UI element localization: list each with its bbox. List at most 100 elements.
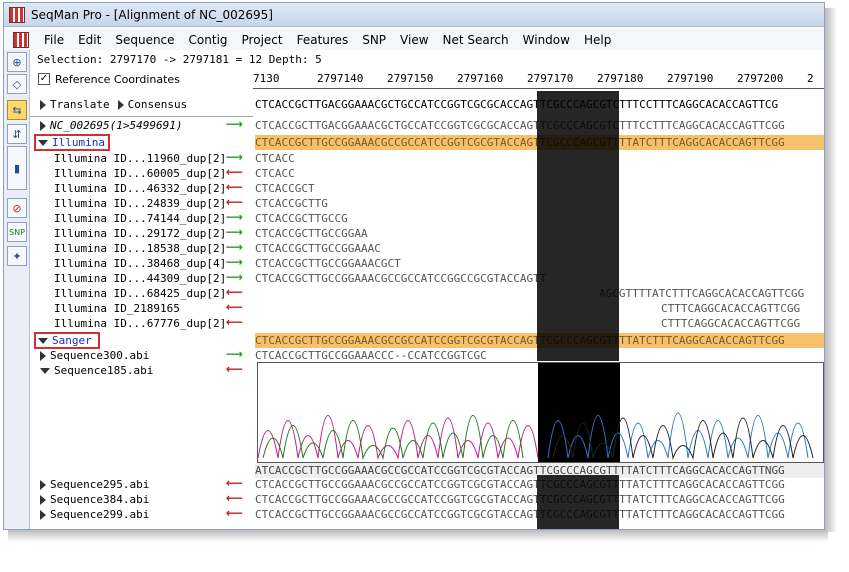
menu-snp[interactable]: SNP — [355, 33, 393, 47]
read-name: Illumina ID...74144_dup[2] — [54, 212, 227, 225]
selection-highlight — [537, 475, 619, 529]
reference-coordinates-toggle[interactable]: ✓ Reference Coordinates — [30, 70, 255, 88]
read-name: Sequence299.abi — [50, 508, 150, 521]
menu-features[interactable]: Features — [290, 33, 356, 47]
expand-translate-icon[interactable] — [40, 99, 46, 110]
menu-edit[interactable]: Edit — [71, 33, 108, 47]
reverse-arrow-icon: ⟵ — [225, 476, 243, 490]
divider — [30, 116, 253, 117]
reverse-arrow-icon: ⟵ — [225, 362, 243, 376]
read-name-row[interactable]: Illumina ID...29172_dup[2] — [54, 226, 226, 241]
illumina-group-name: Illumina — [52, 136, 105, 149]
forward-arrow-icon: ⟶ — [225, 225, 243, 239]
read-name-row[interactable]: Illumina ID...11960_dup[2] — [54, 151, 226, 166]
align-icon[interactable]: ⇆ — [7, 100, 27, 120]
menu-contig[interactable]: Contig — [182, 33, 235, 47]
menu-bar: File Edit Sequence Contig Project Featur… — [4, 29, 824, 50]
menu-window[interactable]: Window — [516, 33, 577, 47]
translate-label[interactable]: Translate — [50, 98, 110, 111]
sanger-group-name: Sanger — [52, 334, 92, 347]
read-sequence: CTCACCGCTTGCCGGAAACGCT — [255, 257, 401, 270]
read-name: Illumina ID...18538_dup[2] — [54, 242, 227, 255]
app-window: SeqMan Pro - [Alignment of NC_002695] Fi… — [3, 2, 825, 530]
reverse-arrow-icon: ⟵ — [225, 491, 243, 505]
no-entry-icon[interactable]: ⊘ — [7, 198, 27, 218]
ruler-label: 2797170 — [527, 72, 574, 85]
expand-consensus-icon[interactable] — [117, 99, 124, 110]
sanger-read-row[interactable]: Sequence300.abi — [40, 348, 149, 363]
sanger-group-row[interactable]: Sanger — [38, 333, 92, 348]
collapse-read-icon[interactable] — [40, 367, 50, 374]
read-name-row[interactable]: Illumina ID...38468_dup[4] — [54, 256, 226, 271]
read-name-row[interactable]: Illumina ID...67776_dup[2] — [54, 316, 226, 331]
ruler-label: 2797200 — [737, 72, 784, 85]
sanger-read-row[interactable]: Sequence295.abi — [40, 477, 149, 492]
document-icon[interactable] — [13, 31, 29, 48]
read-sequence: CTCACCGCT — [255, 182, 315, 195]
reference-row[interactable]: NC_002695(1>5499691) — [40, 118, 182, 133]
read-name-row[interactable]: Illumina ID_2189165 — [54, 301, 180, 316]
sanger-read-row[interactable]: Sequence384.abi — [40, 492, 149, 507]
tool-strip: ⊕ ◇ ⇆ ⇵ ▮ ⊘ SNP ✦ — [4, 50, 30, 529]
chromatogram-svg — [257, 363, 814, 462]
expand-read-icon[interactable] — [40, 479, 46, 490]
read-name-row[interactable]: Illumina ID...74144_dup[2] — [54, 211, 226, 226]
menu-view[interactable]: View — [393, 33, 435, 47]
ruler-label: 7130 — [253, 72, 280, 85]
zoom-in-icon[interactable]: ⊕ — [7, 52, 27, 72]
read-name-row[interactable]: Illumina ID...60005_dup[2] — [54, 166, 226, 181]
slider-icon[interactable]: ▮ — [7, 146, 27, 190]
read-name: Illumina ID...29172_dup[2] — [54, 227, 227, 240]
read-sequence: CTCACCGCTTGCCGGAAAC — [255, 242, 381, 255]
expand-read-icon[interactable] — [40, 350, 46, 361]
trace-c — [262, 415, 524, 460]
pairwise-icon[interactable]: ⇵ — [7, 124, 27, 144]
reverse-arrow-icon: ⟵ — [225, 180, 243, 194]
read-name: Illumina ID...44309_dup[2] — [54, 272, 227, 285]
collapse-illumina-icon[interactable] — [38, 139, 48, 146]
window-title: SeqMan Pro - [Alignment of NC_002695] — [31, 7, 273, 22]
read-name: Illumina ID...24839_dup[2] — [54, 197, 227, 210]
read-sequence: CTCACC — [255, 167, 295, 180]
read-name-row[interactable]: Illumina ID...24839_dup[2] — [54, 196, 226, 211]
menu-sequence[interactable]: Sequence — [108, 33, 181, 47]
read-sequence: CTCACCGCTTGCCGGAAACGCCGCCATCCGGTCGCGTACC… — [255, 508, 785, 521]
illumina-group-row[interactable]: Illumina — [38, 135, 105, 150]
snp-icon[interactable]: SNP — [7, 222, 27, 242]
read-name-row[interactable]: Illumina ID...68425_dup[2] — [54, 286, 226, 301]
read-name-row[interactable]: Illumina ID...46332_dup[2] — [54, 181, 226, 196]
menu-project[interactable]: Project — [235, 33, 290, 47]
read-sequence: CTCACCGCTTGCCGGAAACGCCGCCATCCGGTCGCGTACC… — [255, 493, 785, 506]
collapse-sanger-icon[interactable] — [38, 337, 48, 344]
compass-icon[interactable]: ✦ — [7, 246, 27, 266]
read-name: Sequence300.abi — [50, 349, 150, 362]
sanger-read-row[interactable]: Sequence185.abi — [40, 363, 153, 378]
read-name-row[interactable]: Illumina ID...18538_dup[2] — [54, 241, 226, 256]
zoom-out-icon[interactable]: ◇ — [7, 74, 27, 94]
read-sequence: CTCACCGCTTGCCGGAAACGCCGCCATCCGGCCGCGTACC… — [255, 272, 547, 285]
reference-coordinates-checkbox[interactable]: ✓ — [38, 73, 50, 85]
read-name: Illumina ID...60005_dup[2] — [54, 167, 227, 180]
ruler-label: 2797150 — [387, 72, 434, 85]
chromatogram-trace[interactable] — [257, 362, 824, 463]
reverse-arrow-icon: ⟵ — [225, 285, 243, 299]
reverse-arrow-icon: ⟵ — [225, 506, 243, 520]
expand-read-icon[interactable] — [40, 509, 46, 520]
read-name: Illumina ID...46332_dup[2] — [54, 182, 227, 195]
read-sequence: AGCGTTTTATCTTTCAGGCACACCAGTTCGG — [599, 287, 805, 300]
menu-help[interactable]: Help — [577, 33, 618, 47]
alignment-panel[interactable]: CTCACCGCTTGACGGAAACGCTGCCATCCGGTCGCGCACC… — [255, 91, 824, 529]
read-name: Illumina ID_2189165 — [54, 302, 180, 315]
consensus-label[interactable]: Consensus — [128, 98, 188, 111]
window-shadow — [825, 8, 837, 532]
read-sequence: CTTTCAGGCACACCAGTTCGG — [661, 317, 801, 330]
expand-read-icon[interactable] — [40, 494, 46, 505]
read-sequence: CTCACCGCTTGCCGGAAACGCCGCCATCCGGTCGCGTACC… — [255, 478, 785, 491]
read-name-row[interactable]: Illumina ID...44309_dup[2] — [54, 271, 226, 286]
menu-file[interactable]: File — [37, 33, 71, 47]
selection-highlight — [537, 91, 619, 361]
menu-net-search[interactable]: Net Search — [436, 33, 516, 47]
expand-reference-icon[interactable] — [40, 120, 46, 131]
sanger-read-row[interactable]: Sequence299.abi — [40, 507, 149, 522]
read-sequence: CTCACCGCTTGCCGGAAACCC--CCATCCGGTCGC — [255, 349, 487, 362]
